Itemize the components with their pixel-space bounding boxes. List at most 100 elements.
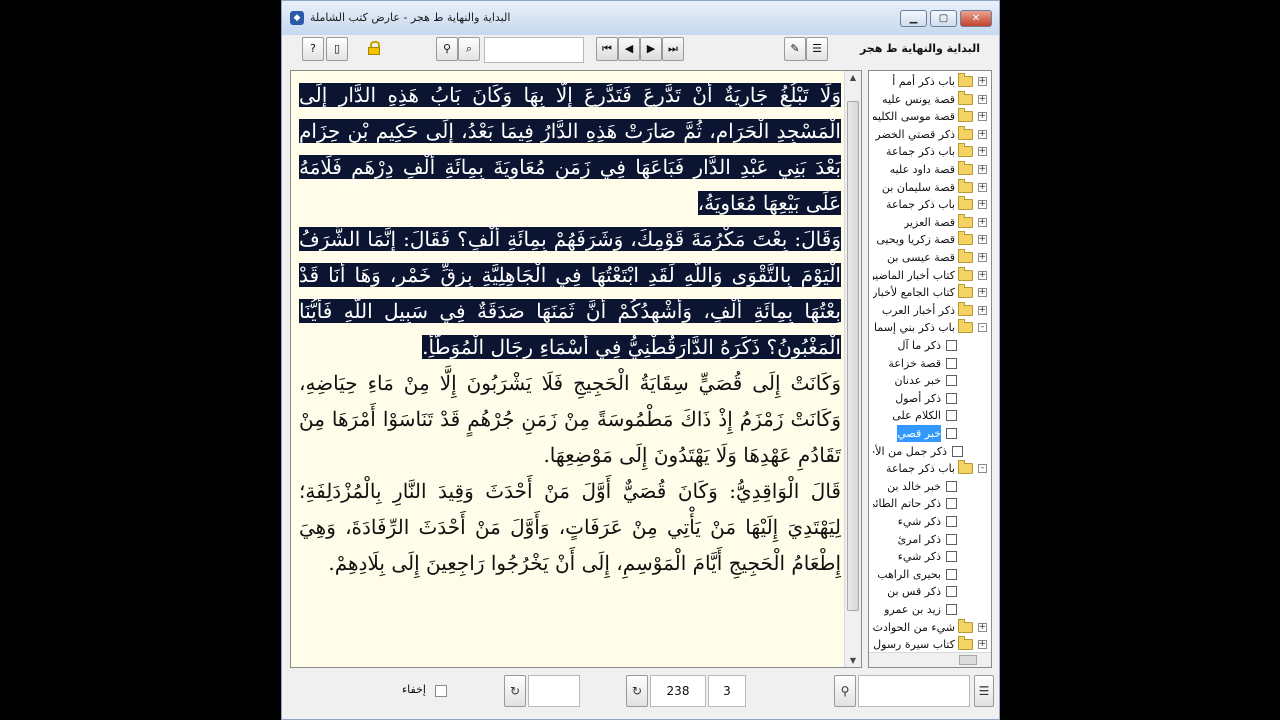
folder-icon — [958, 196, 973, 211]
text-scrollbar[interactable]: ▲ ▼ — [844, 71, 861, 667]
collapse-icon[interactable]: - — [978, 464, 987, 474]
app-icon[interactable]: ◆ — [290, 11, 304, 25]
toc-item[interactable]: + قصة العزير — [869, 213, 991, 231]
toc-item[interactable]: ذكر قس بن — [869, 583, 991, 600]
text-viewer[interactable]: وَلَا تَبْلُغُ جَارِيَةٌ أَنْ تَدَّرِعَ … — [290, 70, 862, 668]
document-icon — [946, 516, 957, 527]
expand-icon[interactable]: + — [978, 77, 987, 86]
quick-search-input[interactable] — [484, 37, 584, 63]
collapse-icon[interactable]: - — [978, 323, 987, 333]
part-number-field[interactable]: 3 — [708, 675, 746, 707]
document-icon — [952, 445, 963, 457]
toc-item[interactable]: + ذكر قصتي الخضر — [869, 125, 991, 143]
toc-item[interactable]: بحيرى الراهب — [869, 566, 991, 583]
toc-item-label: خبر خالد بن — [887, 479, 941, 493]
folder-icon — [958, 73, 973, 87]
menu-button[interactable]: ☰ — [974, 675, 994, 707]
toc-item[interactable]: + باب ذكر أمم أ — [869, 73, 991, 90]
toc-item[interactable]: - باب ذكر بني إسماعيل — [869, 319, 991, 336]
toc-item[interactable]: + باب ذكر جماعة — [869, 143, 991, 160]
toc-item[interactable]: زيد بن عمرو — [869, 601, 991, 618]
toc-item[interactable]: الكلام على — [869, 407, 991, 424]
toc-item[interactable]: + كتاب سيرة رسول — [869, 636, 991, 653]
toc-item[interactable]: - باب ذكر جماعة — [869, 460, 991, 477]
toc-item[interactable]: خبر عدنان — [869, 372, 991, 389]
toc-item[interactable]: + قصة داود عليه — [869, 161, 991, 178]
toc-item[interactable]: ذكر جمل من الأحداث — [869, 443, 991, 460]
find-button[interactable]: ⚲ — [834, 675, 856, 707]
find-input[interactable] — [858, 675, 970, 707]
search-button[interactable]: ⚲ — [436, 37, 458, 61]
toc-item[interactable]: ذكر أصول — [869, 390, 991, 407]
toc-item[interactable]: + قصة موسى الكليم — [869, 108, 991, 125]
toc-item[interactable]: ذكر امرئ — [869, 531, 991, 548]
toc-item[interactable]: + شيء من الحوادث — [869, 618, 991, 636]
toc-tree[interactable]: + باب ذكر أمم أ + قصة يونس عليه + قصة موسى ال… — [868, 70, 992, 668]
toc-item-label: قصة داود عليه — [889, 163, 955, 176]
scroll-down-icon[interactable]: ▼ — [847, 656, 859, 665]
page-number-field[interactable]: 238 — [650, 675, 706, 707]
toc-item[interactable]: + ذكر أخبار العرب — [869, 301, 991, 319]
toc-item[interactable]: قصة خزاعة — [869, 355, 991, 372]
tree-hscrollbar[interactable] — [869, 652, 991, 667]
toc-item[interactable]: + قصة زكريا ويحيى — [869, 231, 991, 248]
refresh-icon: ↻ — [509, 684, 521, 698]
maximize-button[interactable]: ▢ — [930, 10, 957, 27]
folder-icon — [958, 178, 973, 193]
hide-checkbox[interactable] — [435, 685, 447, 697]
toc-item-label: باب ذكر أمم أ — [892, 75, 955, 88]
expand-icon[interactable]: + — [978, 200, 987, 210]
open-button[interactable]: ✎ — [784, 37, 806, 61]
first-page-button[interactable]: ⏮ — [596, 37, 618, 61]
expand-icon[interactable]: + — [978, 182, 987, 192]
expand-icon[interactable]: + — [978, 129, 987, 139]
tree-hscroll-thumb[interactable] — [959, 655, 977, 665]
last-page-button[interactable]: ⏭ — [662, 37, 684, 61]
toc-item[interactable]: ذكر حاتم الطائي — [869, 495, 991, 512]
toc-item[interactable]: ذكر ما آل — [869, 337, 991, 354]
lock-icon[interactable] — [368, 41, 380, 55]
expand-icon[interactable]: + — [978, 235, 987, 245]
expand-icon[interactable]: + — [978, 94, 987, 104]
minimize-button[interactable]: ▁ — [900, 10, 927, 27]
expand-icon[interactable]: + — [978, 253, 987, 262]
scroll-up-icon[interactable]: ▲ — [847, 73, 859, 82]
expand-icon[interactable]: + — [978, 165, 987, 174]
toc-item-label: قصة موسى الكليم — [873, 110, 955, 124]
toc-item[interactable]: خبر خالد بن — [869, 478, 991, 495]
expand-icon[interactable]: + — [978, 270, 987, 280]
refresh-button[interactable]: ↻ — [504, 675, 526, 707]
document-icon — [946, 375, 957, 387]
expand-icon[interactable]: + — [978, 147, 987, 157]
goto-field[interactable] — [528, 675, 580, 707]
close-button[interactable]: ✕ — [960, 10, 992, 27]
text-paragraph: وَقَالَ: بِعْتَ مَكْرُمَةَ قَوْمِكَ، وَش… — [299, 221, 841, 365]
search-page-button[interactable]: ⌕ — [458, 37, 480, 61]
toc-item[interactable]: + كتاب أخبار الماضين — [869, 266, 991, 284]
toc-item[interactable]: + قصة عيسى بن — [869, 249, 991, 266]
toc-item-label: كتاب الجامع لأخبار — [873, 286, 955, 300]
help-icon: ? — [310, 42, 316, 55]
toc-item[interactable]: + قصة يونس عليه — [869, 90, 991, 108]
expand-icon[interactable]: + — [978, 640, 987, 650]
expand-icon[interactable]: + — [978, 305, 987, 315]
expand-icon[interactable]: + — [978, 622, 987, 632]
expand-icon[interactable]: + — [978, 112, 987, 122]
expand-icon[interactable]: + — [978, 217, 987, 227]
toc-item[interactable]: خبر قصي — [869, 425, 991, 442]
goto-page-button[interactable]: ↻ — [626, 675, 648, 707]
toc-item[interactable]: + قصة سليمان بن — [869, 178, 991, 196]
toc-item[interactable]: ذكر شيء — [869, 513, 991, 530]
first-icon: ⏮ — [602, 42, 612, 55]
toc-item[interactable]: + كتاب الجامع لأخبار — [869, 284, 991, 301]
prev-icon: ◀ — [624, 42, 634, 55]
page-button[interactable]: ▯ — [326, 37, 348, 61]
expand-icon[interactable]: + — [978, 288, 987, 298]
scroll-thumb[interactable] — [847, 101, 859, 611]
toc-item[interactable]: + باب ذكر جماعة — [869, 196, 991, 213]
next-page-button[interactable]: ▶ — [640, 37, 662, 61]
prev-page-button[interactable]: ◀ — [618, 37, 640, 61]
notes-button[interactable]: ☰ — [806, 37, 828, 61]
toc-item[interactable]: ذكر شيء — [869, 548, 991, 565]
help-button[interactable]: ? — [302, 37, 324, 61]
